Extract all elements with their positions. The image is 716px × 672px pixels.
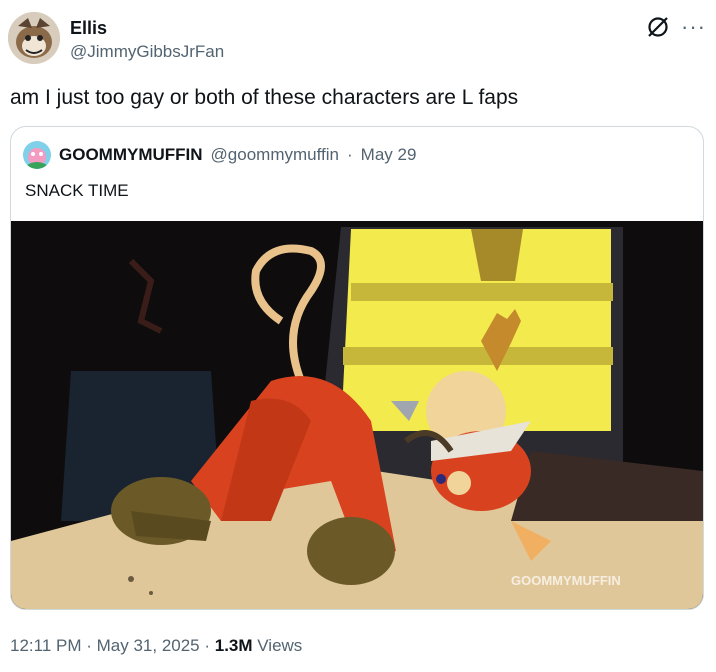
tweet-metadata: 12:11 PM · May 31, 2025 · 1.3M Views: [10, 636, 302, 656]
header-actions: ···: [645, 14, 706, 40]
tweet-date[interactable]: May 31, 2025: [97, 636, 200, 655]
views-count: 1.3M: [214, 636, 253, 655]
more-options-icon[interactable]: ···: [681, 16, 706, 38]
tweet-time[interactable]: 12:11 PM: [10, 636, 82, 655]
quoted-date[interactable]: May 29: [361, 145, 417, 165]
author-avatar[interactable]: [8, 12, 60, 64]
author-handle[interactable]: @JimmyGibbsJrFan: [70, 42, 224, 62]
quoted-avatar[interactable]: [23, 141, 51, 169]
quoted-media-image[interactable]: GOOMMYMUFFIN: [11, 221, 703, 609]
meta-separator: ·: [81, 636, 97, 655]
media-watermark: GOOMMYMUFFIN: [511, 573, 621, 588]
quoted-text: SNACK TIME: [25, 181, 129, 200]
quoted-tweet[interactable]: GOOMMYMUFFIN @goommymuffin · May 29 SNAC…: [10, 126, 704, 610]
tweet-text: am I just too gay or both of these chara…: [10, 86, 519, 109]
quoted-header: GOOMMYMUFFIN @goommymuffin · May 29: [23, 141, 416, 169]
quoted-separator: ·: [346, 145, 353, 164]
quoted-name[interactable]: GOOMMYMUFFIN: [59, 145, 203, 165]
author-name[interactable]: Ellis: [70, 18, 107, 39]
quoted-handle[interactable]: @goommymuffin: [211, 145, 339, 165]
meta-separator-2: ·: [199, 636, 215, 655]
grok-icon[interactable]: [645, 14, 671, 40]
views-label: Views: [252, 636, 303, 655]
